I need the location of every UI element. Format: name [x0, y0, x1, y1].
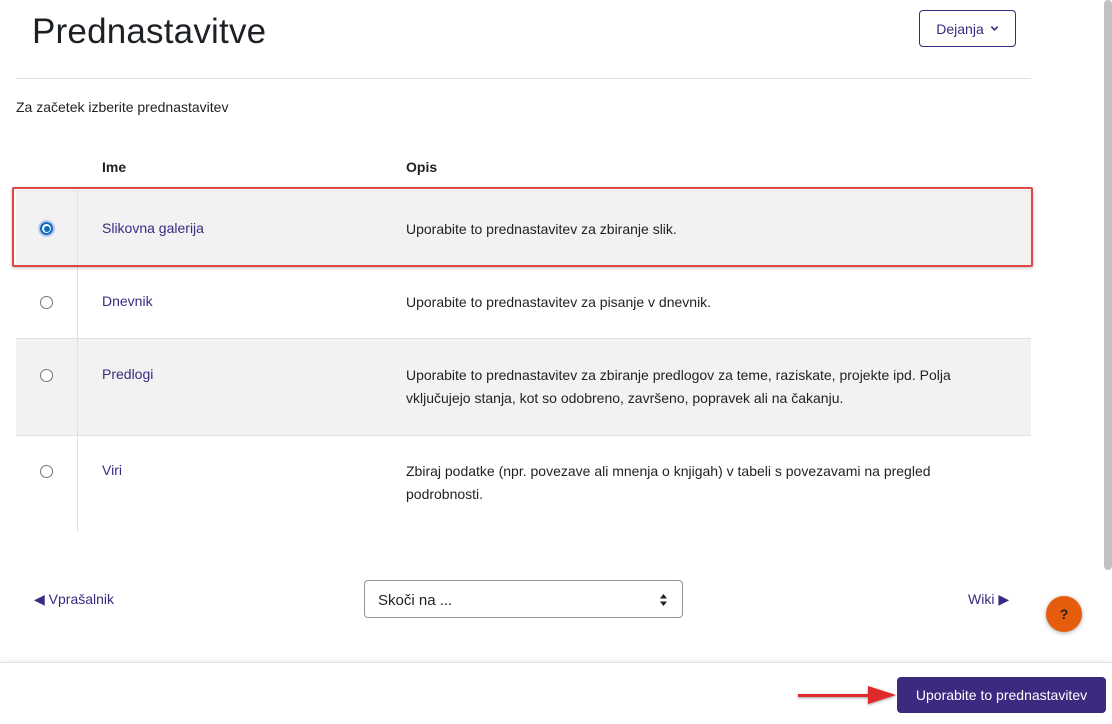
use-preset-button[interactable]: Uporabite to prednastavitev — [897, 677, 1106, 713]
table-header: Ime Opis — [16, 140, 1031, 190]
preset-link-predlogi[interactable]: Predlogi — [102, 366, 153, 382]
previous-activity-link[interactable]: ◀ Vprašalnik — [34, 591, 114, 608]
jump-to-select[interactable]: Skoči na ... — [364, 580, 683, 618]
preset-link-viri[interactable]: Viri — [102, 462, 122, 478]
column-header-name: Ime — [102, 159, 127, 175]
column-header-description: Opis — [406, 159, 438, 175]
table-row: Viri Zbiraj podatke (npr. povezave ali m… — [16, 435, 1031, 532]
table-row: Slikovna galerija Uporabite to prednasta… — [16, 190, 1031, 266]
column-divider — [77, 191, 78, 266]
preset-description: Uporabite to prednastavitev za zbiranje … — [406, 221, 677, 237]
presets-table: Ime Opis Slikovna galerija Uporabite to … — [16, 140, 1031, 532]
actions-menu-button[interactable]: Dejanja — [919, 10, 1016, 47]
page-title: Prednastavitve — [32, 12, 267, 51]
preset-radio-slikovna-galerija[interactable] — [40, 222, 53, 235]
column-divider — [77, 339, 78, 435]
select-arrows-icon — [660, 594, 667, 606]
red-arrow-icon — [798, 686, 896, 704]
next-activity-link[interactable]: Wiki ▶ — [968, 591, 1009, 608]
preset-radio-dnevnik[interactable] — [40, 296, 53, 309]
column-divider — [77, 436, 78, 532]
page-scrollbar[interactable] — [1104, 0, 1112, 570]
preset-link-dnevnik[interactable]: Dnevnik — [102, 293, 153, 309]
help-button[interactable]: ? — [1046, 596, 1082, 632]
table-row: Predlogi Uporabite to prednastavitev za … — [16, 338, 1031, 435]
table-row: Dnevnik Uporabite to prednastavitev za p… — [16, 266, 1031, 338]
jump-to-value: Skoči na ... — [378, 592, 453, 609]
preset-link-slikovna-galerija[interactable]: Slikovna galerija — [102, 220, 204, 236]
preset-description: Uporabite to prednastavitev za pisanje v… — [406, 294, 712, 310]
actions-menu-label: Dejanja — [936, 20, 984, 37]
intro-text: Za začetek izberite prednastavitev — [16, 99, 229, 115]
chevron-down-icon — [990, 26, 998, 31]
preset-description: Uporabite to prednastavitev za zbiranje … — [406, 367, 951, 406]
help-icon: ? — [1059, 606, 1069, 622]
column-divider — [77, 267, 78, 338]
preset-radio-viri[interactable] — [40, 465, 53, 478]
preset-description: Zbiraj podatke (npr. povezave ali mnenja… — [406, 463, 931, 502]
title-divider — [16, 78, 1031, 79]
use-preset-label: Uporabite to prednastavitev — [915, 687, 1088, 703]
preset-radio-predlogi[interactable] — [40, 369, 53, 382]
